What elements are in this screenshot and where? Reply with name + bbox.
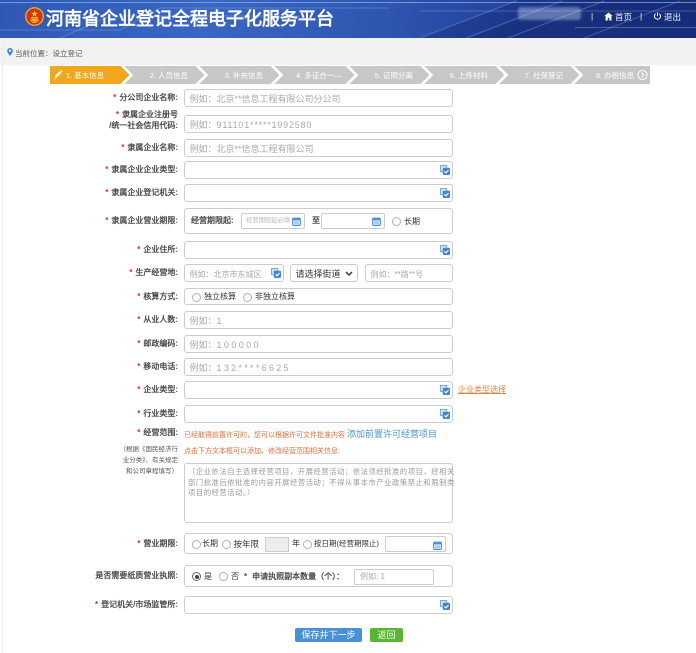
svg-text:1. 基本信息: 1. 基本信息 [66, 70, 105, 80]
svg-text:7. 社保登记: 7. 社保登记 [525, 70, 564, 80]
svg-text:6. 上传材料: 6. 上传材料 [450, 70, 489, 80]
svg-text:8. 办税信息: 8. 办税信息 [596, 70, 635, 80]
svg-text:5. 证照分离: 5. 证照分离 [375, 70, 414, 80]
svg-text:4. 多证合一—: 4. 多证合一— [296, 70, 342, 80]
svg-text:2. 人员信息: 2. 人员信息 [150, 70, 189, 80]
svg-text:3. 补充信息: 3. 补充信息 [225, 70, 264, 80]
